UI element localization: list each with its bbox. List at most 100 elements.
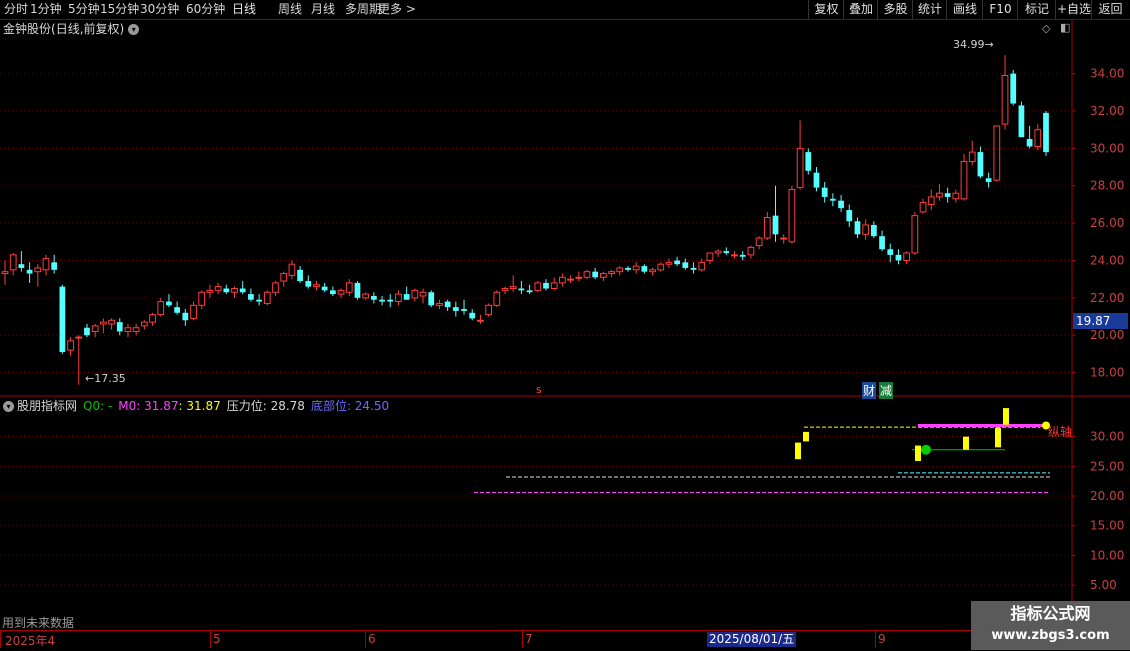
vertical-axis-label: 纵轴 <box>1048 425 1073 439</box>
candle-body <box>509 286 517 290</box>
candle-body <box>305 281 312 287</box>
y-tick-label: 26.00 <box>1090 216 1124 230</box>
candle-body <box>739 254 746 257</box>
candle-body <box>805 152 812 171</box>
high-price-label: 34.99→ <box>953 38 994 51</box>
candle-body <box>223 288 230 293</box>
candle-body <box>379 299 385 302</box>
candle-body <box>575 276 583 279</box>
finance-tag[interactable]: 财 <box>862 382 877 399</box>
y-tick-label: 25.00 <box>1090 459 1124 473</box>
candle-body <box>592 271 599 278</box>
candle-body <box>469 312 476 319</box>
kline-chart[interactable]: 34.00 32.00 30.00 28.00 26.00 24.00 22.00 20.00… <box>0 0 1130 650</box>
cursor-date: 2025/08/01/五 <box>707 632 797 647</box>
candle-body <box>526 290 533 293</box>
candle-body <box>543 282 549 289</box>
candle-body <box>354 282 361 298</box>
signal-bar <box>1003 408 1009 425</box>
candle-body <box>567 278 574 281</box>
candle-body <box>1010 73 1017 104</box>
candle-body <box>1034 129 1042 147</box>
y-tick-label: 5.00 <box>1090 578 1117 592</box>
candle-body <box>879 236 885 250</box>
date-label: 6 <box>368 632 376 646</box>
date-axis: 2025年4 5 6 7 2025/08/01/五 9 <box>0 630 1130 651</box>
candle-body <box>936 192 943 198</box>
candle-body <box>9 254 17 271</box>
dividend-marker[interactable]: s <box>536 383 542 396</box>
candle-body <box>59 286 66 353</box>
candle-body <box>649 269 656 273</box>
candle-body <box>330 290 336 295</box>
candle-body <box>403 294 410 300</box>
candle-body <box>583 271 591 278</box>
current-price-badge: 19.87 <box>1073 313 1128 329</box>
candle-body <box>272 282 279 293</box>
candle-body <box>870 224 877 237</box>
candle-body <box>280 273 288 282</box>
candle-body <box>608 271 615 275</box>
candle-body <box>1026 139 1033 147</box>
candle-body <box>321 286 328 291</box>
candle-body <box>846 210 853 222</box>
candle-body <box>239 288 246 293</box>
candle-body <box>616 267 624 273</box>
y-tick-label: 32.00 <box>1090 104 1124 118</box>
candle-body <box>665 261 673 265</box>
candle-body <box>485 304 492 316</box>
m0-value: M0: 31.87 <box>118 399 179 413</box>
candle-body <box>862 224 870 235</box>
candle-body <box>140 321 148 327</box>
candle-body <box>714 250 722 254</box>
candle-body <box>887 249 894 255</box>
candle-body <box>960 160 968 200</box>
candle-body <box>231 288 238 293</box>
candle-body <box>796 147 804 189</box>
candle-body <box>1 271 9 275</box>
candle-body <box>952 192 960 200</box>
y-tick-label: 10.00 <box>1090 548 1124 562</box>
candle-body <box>1001 75 1009 125</box>
candle-body <box>911 215 919 254</box>
candle-body <box>206 289 214 293</box>
date-label: 9 <box>878 632 886 646</box>
candle-body <box>214 286 222 291</box>
candle-body <box>518 288 525 291</box>
candle-body <box>1018 105 1025 138</box>
y-tick-label: 15.00 <box>1090 519 1124 533</box>
candle-body <box>559 276 566 284</box>
y-tick-label: 24.00 <box>1090 253 1124 267</box>
candle-body <box>731 254 738 257</box>
candle-body <box>26 269 33 274</box>
y-tick-label: 20.00 <box>1090 489 1124 503</box>
signal-bar <box>915 445 921 461</box>
candle-body <box>755 237 763 247</box>
candle-body <box>534 282 542 291</box>
candle-body <box>190 304 197 319</box>
candle-body <box>428 292 435 306</box>
future-data-note: 用到未来数据 <box>2 616 75 630</box>
candle-body <box>977 152 984 177</box>
candle-body <box>452 307 459 311</box>
candle-body <box>256 299 262 302</box>
signal-bar <box>995 427 1001 448</box>
candle-body <box>444 301 451 308</box>
candle-body <box>116 322 123 332</box>
candle-body <box>772 215 779 235</box>
candle-body <box>297 269 303 282</box>
candle-body <box>838 200 844 209</box>
candle-body <box>968 151 976 162</box>
candle-body <box>18 264 25 268</box>
chevron-down-icon[interactable]: ▾ <box>3 401 14 412</box>
candle-body <box>747 246 755 256</box>
signal-bar <box>795 442 801 460</box>
candle-body <box>345 282 353 293</box>
indicator-title: ▾ 股朋指标网 Q0: - M0: 31.87: 31.87 压力位: 28.78 底部位… <box>3 398 395 414</box>
candle-body <box>830 198 836 201</box>
candle-body <box>108 319 115 325</box>
candle-body <box>99 321 107 325</box>
reduce-tag[interactable]: 减 <box>879 382 894 399</box>
candle-body <box>625 267 631 270</box>
candle-body <box>657 263 665 271</box>
